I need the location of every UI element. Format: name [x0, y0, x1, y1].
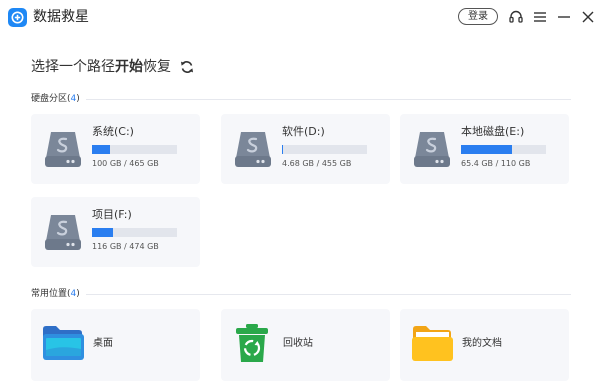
drives-section-label: 硬盘分区: [31, 94, 68, 104]
hard-drive-icon: [43, 128, 83, 170]
close-icon[interactable]: [579, 8, 597, 26]
locations-section-count: (4): [67, 289, 80, 299]
location-name: 桌面: [93, 338, 113, 349]
drive-name: 项目(F:): [92, 208, 132, 221]
hard-drive-icon: [43, 211, 83, 253]
page-title: 选择一个路径开始恢复: [31, 58, 171, 76]
page-title-suffix: 恢复: [143, 59, 171, 75]
drive-usage-bar: [282, 145, 367, 154]
drive-size: 4.68 GB / 455 GB: [282, 159, 352, 168]
drives-section-count: (4): [67, 94, 80, 104]
location-card-documents[interactable]: 我的文档: [400, 309, 569, 381]
menu-icon[interactable]: [531, 8, 549, 26]
divider: [86, 99, 571, 100]
drive-card[interactable]: 系统(C:) 100 GB / 465 GB: [31, 114, 200, 184]
drive-usage-fill: [282, 145, 284, 154]
drive-usage-fill: [461, 145, 512, 154]
drive-usage-bar: [92, 228, 177, 237]
minimize-icon[interactable]: [555, 8, 573, 26]
location-name: 回收站: [283, 338, 313, 349]
drive-name: 软件(D:): [282, 125, 325, 138]
drive-card[interactable]: 软件(D:) 4.68 GB / 455 GB: [221, 114, 390, 184]
desktop-folder-icon: [41, 323, 85, 363]
locations-section-label: 常用位置: [31, 289, 68, 299]
drive-card[interactable]: 本地磁盘(E:) 65.4 GB / 110 GB: [400, 114, 569, 184]
divider: [86, 294, 571, 295]
documents-folder-icon: [410, 323, 454, 363]
location-card-recycle-bin[interactable]: 回收站: [221, 309, 390, 381]
drive-usage-fill: [92, 145, 111, 154]
drive-usage-fill: [92, 228, 113, 237]
title-bar: 数据救星 登录: [0, 0, 600, 36]
drives-section-header: 硬盘分区 (4): [31, 92, 80, 106]
hard-drive-icon: [233, 128, 273, 170]
drive-name: 系统(C:): [92, 125, 134, 138]
app-logo-icon: [8, 8, 27, 27]
app-title: 数据救星: [33, 9, 89, 25]
login-button[interactable]: 登录: [458, 8, 498, 25]
hard-drive-icon: [412, 128, 452, 170]
drive-usage-bar: [461, 145, 546, 154]
recycle-bin-icon: [231, 323, 275, 363]
location-card-desktop[interactable]: 桌面: [31, 309, 200, 381]
drive-usage-bar: [92, 145, 177, 154]
headset-icon[interactable]: [507, 8, 525, 26]
page-title-strong: 开始: [115, 59, 143, 75]
drive-size: 116 GB / 474 GB: [92, 242, 159, 251]
drive-name: 本地磁盘(E:): [461, 125, 525, 138]
locations-section-header: 常用位置 (4): [31, 287, 80, 301]
drive-size: 100 GB / 465 GB: [92, 159, 159, 168]
location-name: 我的文档: [462, 338, 502, 349]
drive-size: 65.4 GB / 110 GB: [461, 159, 531, 168]
refresh-icon[interactable]: [179, 59, 195, 75]
drive-card[interactable]: 项目(F:) 116 GB / 474 GB: [31, 197, 200, 267]
page-title-prefix: 选择一个路径: [31, 59, 115, 75]
